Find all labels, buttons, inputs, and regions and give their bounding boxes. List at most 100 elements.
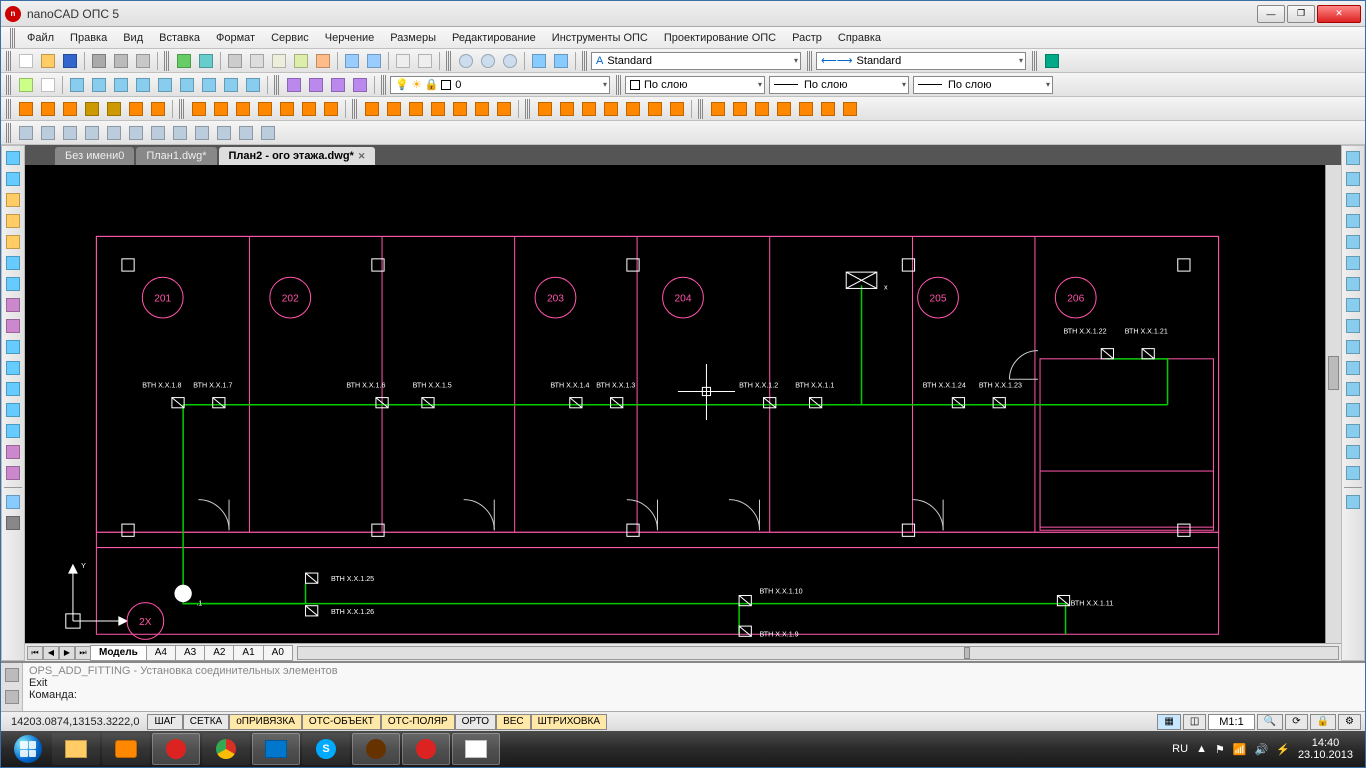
draw-circle-button[interactable] bbox=[3, 253, 23, 273]
draw-more-button[interactable] bbox=[3, 513, 23, 533]
tray-up-icon[interactable]: ▲ bbox=[1196, 743, 1207, 755]
dim-angular-button[interactable] bbox=[177, 75, 197, 95]
layout-tab-A2[interactable]: A2 bbox=[204, 645, 234, 661]
menu-редактирование[interactable]: Редактирование bbox=[444, 30, 544, 46]
status-ОРТО[interactable]: ОРТО bbox=[455, 714, 496, 730]
layout-nav-last[interactable]: ⏭ bbox=[75, 646, 91, 660]
menu-размеры[interactable]: Размеры bbox=[382, 30, 444, 46]
regen-button[interactable] bbox=[551, 51, 571, 71]
drawing-canvas[interactable]: x Y .1 bbox=[25, 165, 1341, 643]
menu-файл[interactable]: Файл bbox=[19, 30, 62, 46]
modify-mirror-button[interactable] bbox=[1343, 190, 1363, 210]
ops-tool-34[interactable] bbox=[840, 99, 860, 119]
layout-nav-first[interactable]: ⏮ bbox=[27, 646, 43, 660]
status-оПРИВЯЗКА[interactable]: оПРИВЯЗКА bbox=[229, 714, 302, 730]
view3d-tool-0[interactable] bbox=[16, 123, 36, 143]
doc-tab[interactable]: План2 - ого этажа.dwg*✕ bbox=[219, 147, 376, 165]
draw-text-button[interactable] bbox=[3, 442, 23, 462]
taskbar-skype[interactable]: S bbox=[302, 733, 350, 765]
taskbar-explorer[interactable] bbox=[52, 733, 100, 765]
taskbar-app1[interactable] bbox=[352, 733, 400, 765]
ops-tool-16[interactable] bbox=[406, 99, 426, 119]
ops-tool-21[interactable] bbox=[535, 99, 555, 119]
dim-continue-button[interactable] bbox=[243, 75, 263, 95]
layer-combo[interactable]: 💡 ☀ 🔒 0 bbox=[390, 76, 610, 94]
modify-move-button[interactable] bbox=[1343, 253, 1363, 273]
draw-table-button[interactable] bbox=[3, 400, 23, 420]
ops-tool-19[interactable] bbox=[472, 99, 492, 119]
taskbar-chrome[interactable] bbox=[202, 733, 250, 765]
status-ОТС-ПОЛЯР[interactable]: ОТС-ПОЛЯР bbox=[381, 714, 455, 730]
menu-правка[interactable]: Правка bbox=[62, 30, 115, 46]
ops-tool-13[interactable] bbox=[321, 99, 341, 119]
taskbar-nanocad[interactable] bbox=[402, 733, 450, 765]
lang-indicator[interactable]: RU bbox=[1172, 743, 1188, 755]
layout-tab-Модель[interactable]: Модель bbox=[90, 645, 147, 661]
dim-radius-button[interactable] bbox=[133, 75, 153, 95]
status-ОТС-ОБЪЕКТ[interactable]: ОТС-ОБЪЕКТ bbox=[302, 714, 381, 730]
new-button[interactable] bbox=[16, 51, 36, 71]
status-ШТРИХОВКА[interactable]: ШТРИХОВКА bbox=[531, 714, 607, 730]
dim-aligned-button[interactable] bbox=[89, 75, 109, 95]
pan-button[interactable] bbox=[529, 51, 549, 71]
layout-nav-prev[interactable]: ◀ bbox=[43, 646, 59, 660]
ops-tool-15[interactable] bbox=[384, 99, 404, 119]
dim-ordinate-button[interactable] bbox=[111, 75, 131, 95]
status-ВЕС[interactable]: ВЕС bbox=[496, 714, 531, 730]
modify-erase-button[interactable] bbox=[1343, 148, 1363, 168]
iso-mode-icon[interactable]: ◫ bbox=[1183, 714, 1206, 730]
ops-tool-8[interactable] bbox=[211, 99, 231, 119]
layout-tab-A0[interactable]: A0 bbox=[263, 645, 293, 661]
ops-tool-5[interactable] bbox=[126, 99, 146, 119]
view3d-tool-5[interactable] bbox=[126, 123, 146, 143]
modify-copy-button[interactable] bbox=[1343, 169, 1363, 189]
draw-mtext-button[interactable] bbox=[3, 421, 23, 441]
lineweight-combo[interactable]: По слою bbox=[769, 76, 909, 94]
zoom-prev-button[interactable] bbox=[500, 51, 520, 71]
ops-tool-1[interactable] bbox=[38, 99, 58, 119]
vertical-scrollbar[interactable] bbox=[1325, 165, 1341, 643]
cmd-tool-2[interactable] bbox=[2, 687, 22, 707]
grid-mode-icon[interactable]: ▦ bbox=[1157, 714, 1180, 730]
draw-point-button[interactable] bbox=[3, 316, 23, 336]
zoom-extents-button[interactable] bbox=[478, 51, 498, 71]
status-regen-icon[interactable]: ⟳ bbox=[1285, 714, 1307, 730]
modify-rotate-button[interactable] bbox=[1343, 274, 1363, 294]
dim-diameter-button[interactable] bbox=[155, 75, 175, 95]
brush-button[interactable] bbox=[313, 51, 333, 71]
layer-color-combo[interactable]: По слою bbox=[625, 76, 765, 94]
tray-flag-icon[interactable]: ⚑ bbox=[1215, 743, 1225, 756]
draw-spline-button[interactable] bbox=[3, 295, 23, 315]
view3d-tool-6[interactable] bbox=[148, 123, 168, 143]
menu-формат[interactable]: Формат bbox=[208, 30, 263, 46]
dim-arc-button[interactable] bbox=[199, 75, 219, 95]
layout-nav-next[interactable]: ▶ bbox=[59, 646, 75, 660]
ops-tool-23[interactable] bbox=[579, 99, 599, 119]
draw-region-button[interactable] bbox=[3, 358, 23, 378]
close-button[interactable]: ✕ bbox=[1317, 5, 1361, 23]
tab-close-icon[interactable]: ✕ bbox=[358, 151, 366, 162]
tray-battery-icon[interactable]: ⚡ bbox=[1276, 743, 1290, 756]
status-СЕТКА[interactable]: СЕТКА bbox=[183, 714, 230, 730]
ops-tool-0[interactable] bbox=[16, 99, 36, 119]
menu-справка[interactable]: Справка bbox=[830, 30, 889, 46]
taskbar-opera[interactable] bbox=[152, 733, 200, 765]
ops-tool-26[interactable] bbox=[645, 99, 665, 119]
status-settings-icon[interactable]: ⚙ bbox=[1338, 714, 1361, 730]
ops-tool-20[interactable] bbox=[494, 99, 514, 119]
ops-tool-11[interactable] bbox=[277, 99, 297, 119]
find-button[interactable] bbox=[393, 51, 413, 71]
view3d-tool-9[interactable] bbox=[214, 123, 234, 143]
taskbar-media[interactable] bbox=[102, 733, 150, 765]
modify-trim-button[interactable] bbox=[1343, 337, 1363, 357]
modify-abc-button[interactable] bbox=[1343, 492, 1363, 512]
view3d-tool-10[interactable] bbox=[236, 123, 256, 143]
draw-line-button[interactable] bbox=[3, 148, 23, 168]
layer-tool-1[interactable] bbox=[284, 75, 304, 95]
ops-tool-22[interactable] bbox=[557, 99, 577, 119]
doc-tab[interactable]: План1.dwg* bbox=[136, 147, 216, 165]
view3d-tool-8[interactable] bbox=[192, 123, 212, 143]
menu-сервис[interactable]: Сервис bbox=[263, 30, 317, 46]
doc-tab[interactable]: Без имени0 bbox=[55, 147, 134, 165]
ops-tool-4[interactable] bbox=[104, 99, 124, 119]
